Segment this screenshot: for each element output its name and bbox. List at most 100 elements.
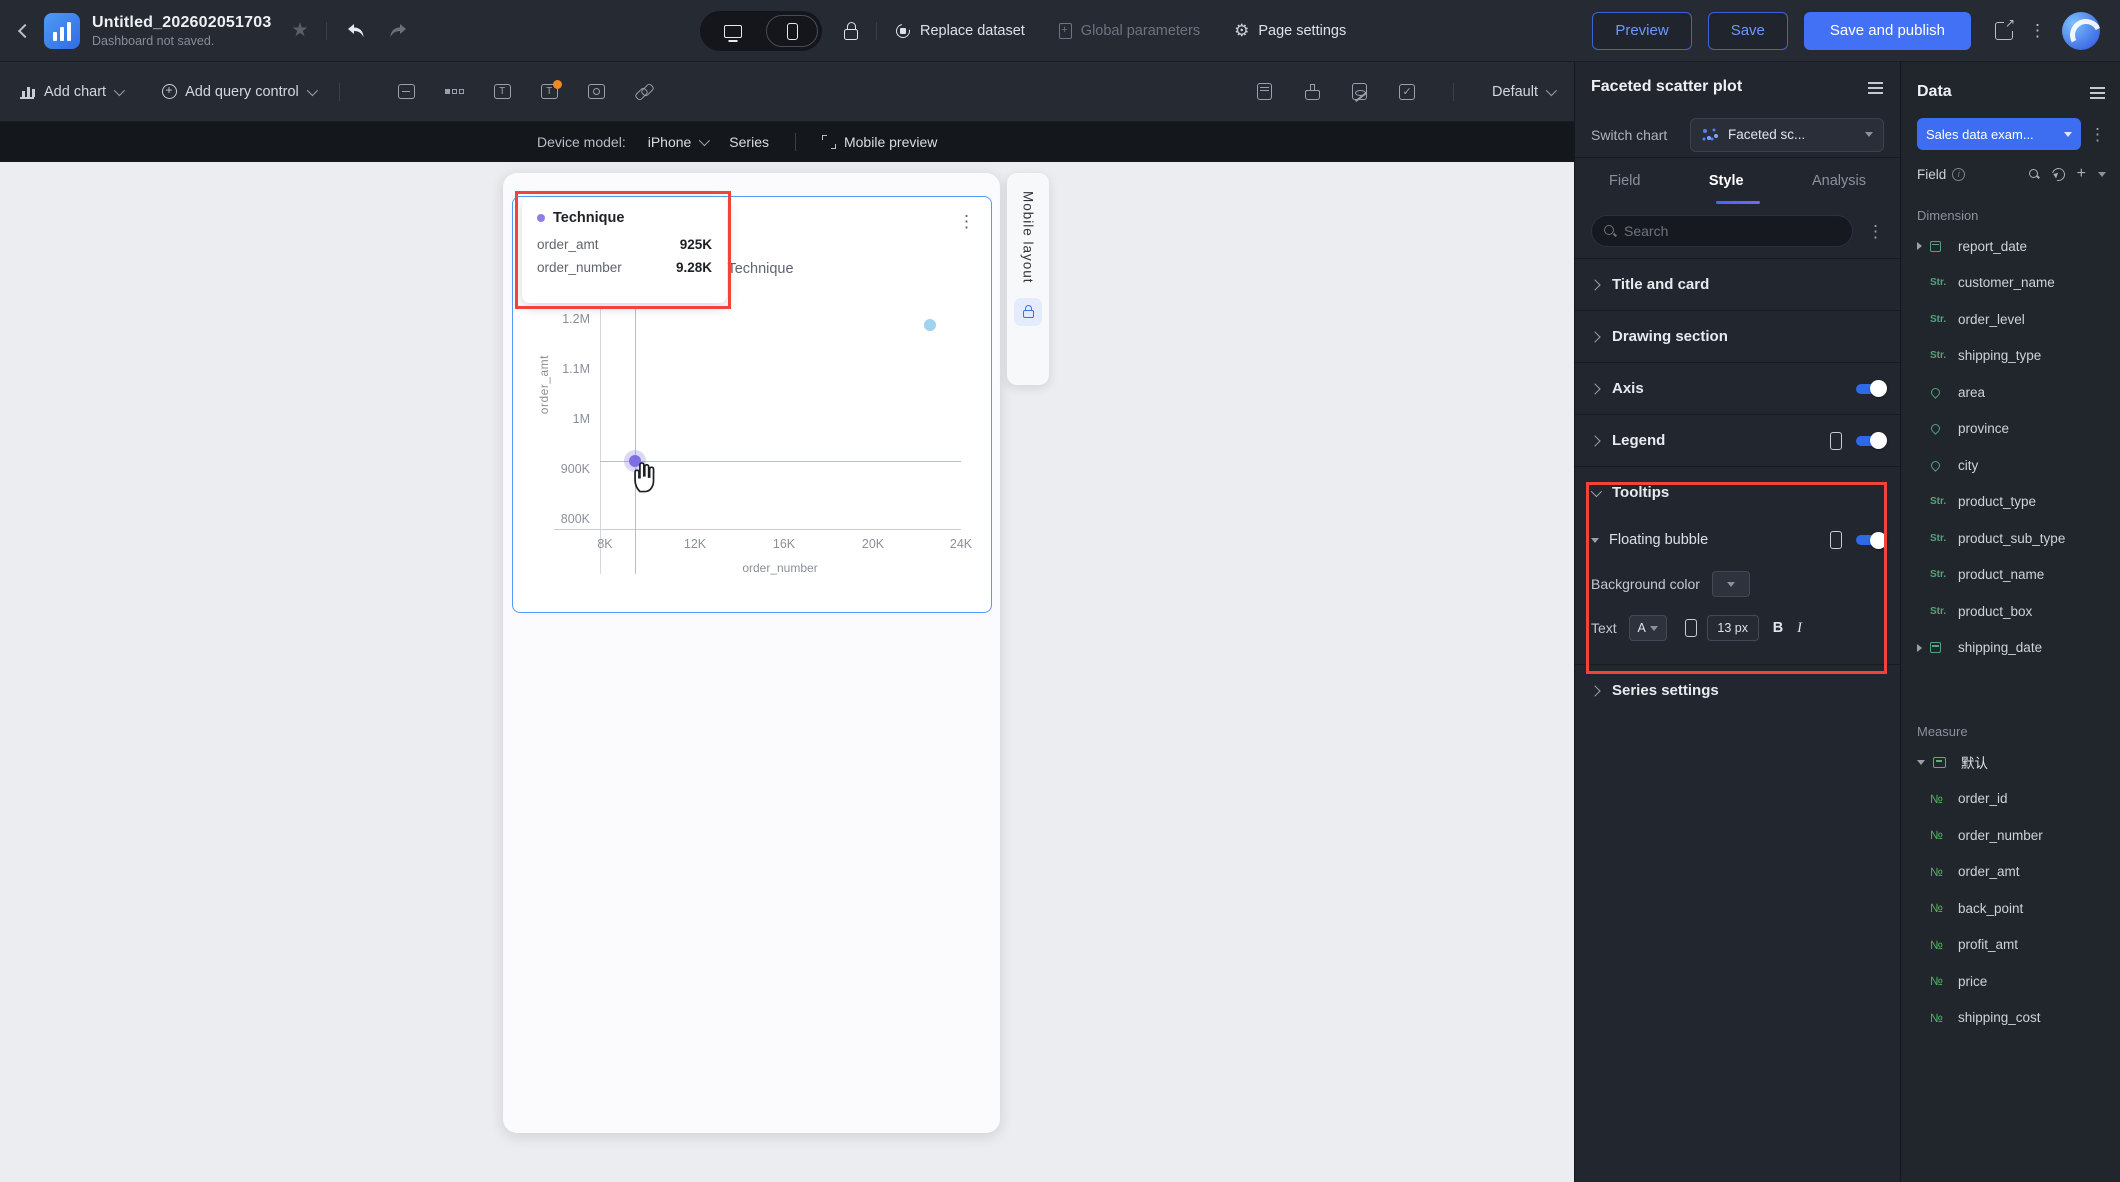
add-chart-button[interactable]: Add chart: [20, 84, 126, 100]
data-point[interactable]: [924, 319, 936, 331]
field-province[interactable]: province: [1929, 411, 2106, 448]
section-legend[interactable]: Legend: [1575, 414, 1900, 466]
expand-caret-icon[interactable]: [1917, 242, 1922, 251]
data-panel-menu-icon[interactable]: [2090, 86, 2106, 98]
collapse-caret-icon[interactable]: [1917, 759, 1925, 765]
image-widget-icon[interactable]: [587, 84, 605, 99]
preview-button[interactable]: Preview: [1592, 11, 1692, 50]
section-series-settings[interactable]: Series settings: [1575, 664, 1900, 716]
carousel-widget-icon[interactable]: [397, 84, 415, 99]
favorite-star-icon[interactable]: ★: [291, 19, 308, 42]
field-report-date[interactable]: report_date: [1917, 228, 2106, 265]
style-search-box[interactable]: [1591, 215, 1853, 247]
mobile-layout-tab[interactable]: Mobile layout: [1007, 173, 1049, 385]
page-settings-button[interactable]: ⚙ Page settings: [1234, 21, 1346, 41]
device-model-dropdown[interactable]: iPhone: [648, 134, 711, 150]
search-options-icon[interactable]: ⋮: [1867, 223, 1884, 240]
x-tick: 8K: [597, 537, 613, 551]
field-price[interactable]: № price: [1930, 963, 2106, 1000]
replace-dataset-button[interactable]: Replace dataset: [895, 23, 1025, 39]
section-drawing-section[interactable]: Drawing section: [1575, 310, 1900, 362]
share-icon[interactable]: [1995, 14, 2016, 40]
section-title-and-card[interactable]: Title and card: [1575, 258, 1900, 310]
section-tooltips[interactable]: Tooltips: [1575, 466, 1900, 518]
expand-caret-icon[interactable]: [1917, 643, 1922, 652]
legend-toggle[interactable]: [1856, 432, 1887, 449]
hide-widget-icon[interactable]: [1352, 83, 1368, 100]
undo-icon[interactable]: [345, 22, 367, 39]
field-order-level[interactable]: Str. order_level: [1930, 301, 2106, 338]
save-and-publish-button[interactable]: Save and publish: [1803, 11, 1971, 50]
field-shipping-date[interactable]: shipping_date: [1917, 630, 2106, 667]
active-tab-underline: [1716, 201, 1760, 204]
field-order-id[interactable]: № order_id: [1930, 781, 2106, 818]
collapse-panel-icon[interactable]: [1868, 81, 1884, 93]
lock-icon[interactable]: [844, 22, 858, 40]
font-color-dropdown[interactable]: A: [1628, 615, 1667, 641]
field-shipping-cost[interactable]: № shipping_cost: [1930, 1000, 2106, 1037]
number-field-icon: №: [1930, 901, 1943, 916]
bold-button[interactable]: B: [1773, 620, 1783, 636]
mobile-mode-button[interactable]: [766, 15, 818, 47]
caret-down-icon: [1649, 625, 1658, 631]
field-shipping-type[interactable]: Str. shipping_type: [1930, 338, 2106, 375]
floating-bubble-toggle[interactable]: [1856, 531, 1887, 549]
field-product-box[interactable]: Str. product_box: [1930, 593, 2106, 630]
number-field-icon: №: [1930, 974, 1943, 989]
field-profit-amt[interactable]: № profit_amt: [1930, 927, 2106, 964]
redo-icon[interactable]: [387, 22, 409, 39]
tab-style[interactable]: Style: [1709, 173, 1744, 189]
refresh-icon[interactable]: [2049, 165, 2068, 183]
dataset-options-icon[interactable]: ⋮: [2089, 126, 2106, 143]
default-state-dropdown[interactable]: Default: [1492, 84, 1558, 100]
field-order-amt[interactable]: № order_amt: [1930, 854, 2106, 891]
field-order-number[interactable]: № order_number: [1930, 817, 2106, 854]
chevron-right-icon: [1589, 278, 1601, 291]
italic-button[interactable]: I: [1797, 620, 1802, 637]
tab-field[interactable]: Field: [1609, 173, 1640, 189]
save-button[interactable]: Save: [1707, 11, 1788, 50]
info-icon[interactable]: i: [1952, 167, 1966, 181]
mobile-preview-button[interactable]: Mobile preview: [821, 134, 937, 150]
section-axis[interactable]: Axis: [1575, 362, 1900, 414]
add-field-icon[interactable]: +: [2077, 166, 2086, 182]
canvas: Device model: iPhone Series Mobile previ…: [0, 122, 1574, 1182]
series-dropdown[interactable]: Series: [729, 134, 769, 150]
back-icon[interactable]: [17, 23, 33, 38]
more-menu-icon[interactable]: ⋮: [2029, 22, 2046, 39]
field-product-sub-type[interactable]: Str. product_sub_type: [1930, 520, 2106, 557]
report-card-icon[interactable]: [1257, 83, 1273, 100]
field-area[interactable]: area: [1929, 374, 2106, 411]
axis-toggle[interactable]: [1856, 380, 1887, 397]
theme-brush-icon[interactable]: [1304, 83, 1321, 100]
field-city[interactable]: city: [1929, 447, 2106, 484]
field-back-point[interactable]: № back_point: [1930, 890, 2106, 927]
desktop-mode-button[interactable]: [700, 11, 766, 51]
field-product-type[interactable]: Str. product_type: [1930, 484, 2106, 521]
field-product-name[interactable]: Str. product_name: [1930, 557, 2106, 594]
text-widget-icon[interactable]: T: [493, 84, 511, 99]
global-parameters-button[interactable]: Global parameters: [1058, 23, 1200, 39]
dataset-selector[interactable]: Sales data exam...: [1917, 118, 2081, 150]
switch-chart-dropdown[interactable]: Faceted sc...: [1690, 117, 1884, 152]
batch-select-icon[interactable]: ✓: [1399, 83, 1416, 100]
chevron-right-icon: [1589, 330, 1601, 343]
field-search-icon[interactable]: [2028, 168, 2040, 180]
measure-section-label: Measure: [1917, 723, 1968, 739]
caret-down-icon[interactable]: [2098, 171, 2106, 177]
add-query-control-button[interactable]: Add query control: [162, 83, 318, 100]
floating-bubble-row[interactable]: Floating bubble: [1575, 518, 1900, 562]
field-customer-name[interactable]: Str. customer_name: [1930, 265, 2106, 302]
measure-group-default[interactable]: 默认: [1917, 744, 2106, 781]
tab-widget-icon[interactable]: [444, 89, 464, 94]
search-icon: [1604, 225, 1616, 237]
link-widget-icon[interactable]: [635, 83, 652, 100]
layout-lock-button[interactable]: [1014, 297, 1042, 326]
search-input[interactable]: [1624, 223, 1840, 239]
font-size-input[interactable]: 13 px: [1706, 615, 1759, 641]
tab-analysis[interactable]: Analysis: [1812, 173, 1866, 189]
monitor-icon: [724, 24, 742, 38]
background-color-dropdown[interactable]: [1711, 571, 1750, 597]
avatar[interactable]: [2062, 11, 2100, 50]
rich-text-widget-icon[interactable]: T: [540, 80, 562, 99]
